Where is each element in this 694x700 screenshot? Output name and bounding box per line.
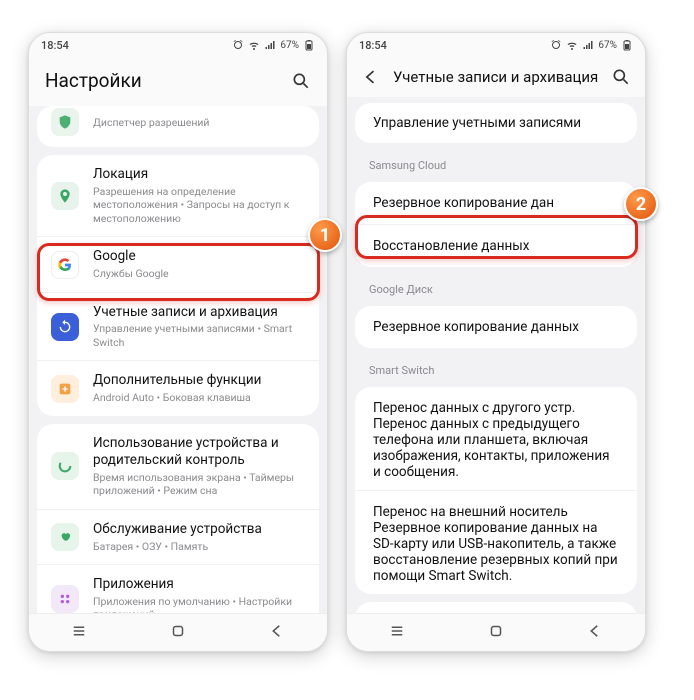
apps-icon bbox=[51, 585, 79, 613]
battery-text: 67% bbox=[598, 40, 617, 51]
badge-2: 2 bbox=[624, 187, 658, 221]
back-icon bbox=[361, 67, 381, 87]
header: Учетные записи и архивация bbox=[347, 57, 645, 97]
nav-back[interactable] bbox=[586, 622, 604, 644]
plus-icon bbox=[51, 375, 79, 403]
wellbeing-icon bbox=[51, 452, 79, 480]
status-indicators: 67% bbox=[232, 39, 315, 51]
row-cloud-restore[interactable]: Восстановление данных bbox=[355, 224, 637, 267]
nav-bar bbox=[29, 613, 327, 651]
row-apps[interactable]: ПриложенияПриложения по умолчанию • Наст… bbox=[37, 564, 319, 613]
settings-list[interactable]: Диспетчер разрешений ЛокацияРазрешения н… bbox=[29, 106, 327, 613]
search-button[interactable] bbox=[291, 71, 311, 91]
status-time: 18:54 bbox=[359, 39, 387, 52]
search-button[interactable] bbox=[611, 67, 631, 87]
row-transfer-external[interactable]: Перенос на внешний носитель Резервное ко… bbox=[355, 490, 637, 594]
sync-icon bbox=[51, 313, 79, 341]
nav-bar bbox=[347, 613, 645, 651]
nav-back[interactable] bbox=[268, 622, 286, 644]
row-manage-accounts[interactable]: Управление учетными записями bbox=[355, 103, 637, 143]
row-location[interactable]: ЛокацияРазрешения на определение местопо… bbox=[37, 155, 319, 236]
row-drive-backup[interactable]: Резервное копирование данных bbox=[355, 306, 637, 348]
wifi-icon bbox=[248, 39, 260, 51]
row-digital-wellbeing[interactable]: Использование устройства и родительский … bbox=[37, 424, 319, 509]
other-links: Ищете что-то другое? Сброс Samsung Cloud bbox=[355, 602, 637, 613]
status-bar: 18:54 67% bbox=[347, 33, 645, 57]
google-icon bbox=[51, 251, 79, 279]
row-device-care[interactable]: Обслуживание устройстваБатарея • ОЗУ • П… bbox=[37, 509, 319, 564]
signal-icon bbox=[582, 39, 594, 51]
back-button[interactable] bbox=[361, 67, 381, 87]
status-time: 18:54 bbox=[41, 39, 69, 52]
page-title: Учетные записи и архивация bbox=[393, 68, 599, 86]
header: Настройки bbox=[29, 57, 327, 106]
shield-icon bbox=[51, 108, 79, 136]
location-icon bbox=[51, 182, 79, 210]
nav-home[interactable] bbox=[169, 622, 187, 644]
alarm-icon bbox=[232, 39, 244, 51]
section-google-drive: Google Диск bbox=[347, 273, 645, 300]
accounts-list[interactable]: Управление учетными записями Samsung Clo… bbox=[347, 97, 645, 613]
nav-recents[interactable] bbox=[70, 622, 88, 644]
status-bar: 18:54 67% bbox=[29, 33, 327, 57]
row-permissions[interactable]: Диспетчер разрешений bbox=[37, 106, 319, 147]
phone-accounts-backup: 18:54 67% Учетные записи и архивация Упр… bbox=[346, 32, 646, 652]
row-google[interactable]: GoogleСлужбы Google bbox=[37, 236, 319, 291]
battery-icon bbox=[303, 39, 315, 51]
signal-icon bbox=[264, 39, 276, 51]
battery-icon bbox=[621, 39, 633, 51]
page-title: Настройки bbox=[45, 69, 279, 92]
alarm-icon bbox=[550, 39, 562, 51]
nav-recents[interactable] bbox=[388, 622, 406, 644]
row-advanced-features[interactable]: Дополнительные функцииAndroid Auto • Бок… bbox=[37, 360, 319, 415]
search-icon bbox=[291, 71, 311, 91]
section-smart-switch: Smart Switch bbox=[347, 354, 645, 381]
row-accounts-backup[interactable]: Учетные записи и архивацияУправление уче… bbox=[37, 292, 319, 361]
battery-text: 67% bbox=[280, 40, 299, 51]
search-icon bbox=[611, 67, 631, 87]
wifi-icon bbox=[566, 39, 578, 51]
section-samsung-cloud: Samsung Cloud bbox=[347, 149, 645, 176]
row-transfer-from-device[interactable]: Перенос данных с другого устр. Перенос д… bbox=[355, 387, 637, 490]
phone-settings-main: 18:54 67% Настройки Дис bbox=[28, 32, 328, 652]
row-cloud-backup[interactable]: Резервное копирование дан bbox=[355, 182, 637, 224]
care-icon bbox=[51, 523, 79, 551]
badge-1: 1 bbox=[308, 218, 342, 252]
status-indicators: 67% bbox=[550, 39, 633, 51]
nav-home[interactable] bbox=[487, 622, 505, 644]
